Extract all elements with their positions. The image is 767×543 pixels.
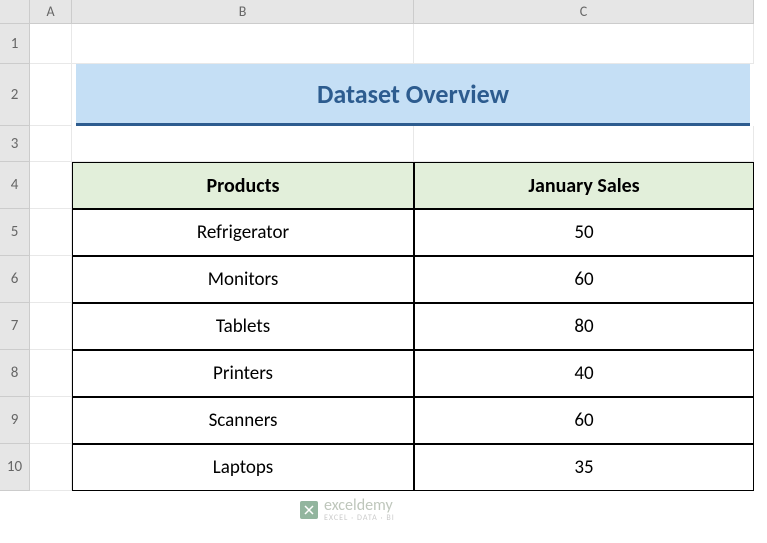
row-header-3[interactable]: 3 [0, 126, 30, 162]
row-header-6[interactable]: 6 [0, 256, 30, 303]
select-all-corner[interactable] [0, 0, 30, 24]
column-header-a[interactable]: A [30, 0, 72, 24]
row-header-9[interactable]: 9 [0, 397, 30, 444]
table-row[interactable]: 60 [414, 397, 754, 444]
table-row[interactable]: 50 [414, 209, 754, 256]
watermark: exceldemy EXCEL · DATA · BI [300, 498, 395, 522]
table-header-sales[interactable]: January Sales [414, 162, 754, 209]
table-row[interactable]: Refrigerator [72, 209, 414, 256]
cell-a2[interactable] [30, 64, 72, 126]
cell-a5[interactable] [30, 209, 72, 256]
row-header-10[interactable]: 10 [0, 444, 30, 491]
table-row[interactable]: 60 [414, 256, 754, 303]
cell-a8[interactable] [30, 350, 72, 397]
row-header-8[interactable]: 8 [0, 350, 30, 397]
row-header-4[interactable]: 4 [0, 162, 30, 209]
cell-a4[interactable] [30, 162, 72, 209]
cell-b1[interactable] [72, 24, 414, 64]
column-header-b[interactable]: B [72, 0, 414, 24]
table-row[interactable]: Scanners [72, 397, 414, 444]
table-row[interactable]: Laptops [72, 444, 414, 491]
cell-a1[interactable] [30, 24, 72, 64]
cell-a9[interactable] [30, 397, 72, 444]
cell-c3[interactable] [414, 126, 754, 162]
cell-a10[interactable] [30, 444, 72, 491]
table-header-products[interactable]: Products [72, 162, 414, 209]
row-header-5[interactable]: 5 [0, 209, 30, 256]
table-row[interactable]: Monitors [72, 256, 414, 303]
table-row[interactable]: 35 [414, 444, 754, 491]
row-header-7[interactable]: 7 [0, 303, 30, 350]
cell-a6[interactable] [30, 256, 72, 303]
table-row[interactable]: 40 [414, 350, 754, 397]
column-header-c[interactable]: C [414, 0, 754, 24]
table-row[interactable]: 80 [414, 303, 754, 350]
table-row[interactable]: Printers [72, 350, 414, 397]
row-header-2[interactable]: 2 [0, 64, 30, 126]
watermark-name: exceldemy [324, 498, 395, 514]
cell-c1[interactable] [414, 24, 754, 64]
row-header-1[interactable]: 1 [0, 24, 30, 64]
spreadsheet-grid: A B C 1 2 Dataset Overview 3 4 Products … [0, 0, 754, 491]
watermark-tagline: EXCEL · DATA · BI [324, 514, 395, 522]
cell-b3[interactable] [72, 126, 414, 162]
exceldemy-logo-icon [300, 501, 318, 519]
cell-a3[interactable] [30, 126, 72, 162]
table-row[interactable]: Tablets [72, 303, 414, 350]
cell-a7[interactable] [30, 303, 72, 350]
title-merged-cell[interactable]: Dataset Overview [76, 64, 750, 126]
